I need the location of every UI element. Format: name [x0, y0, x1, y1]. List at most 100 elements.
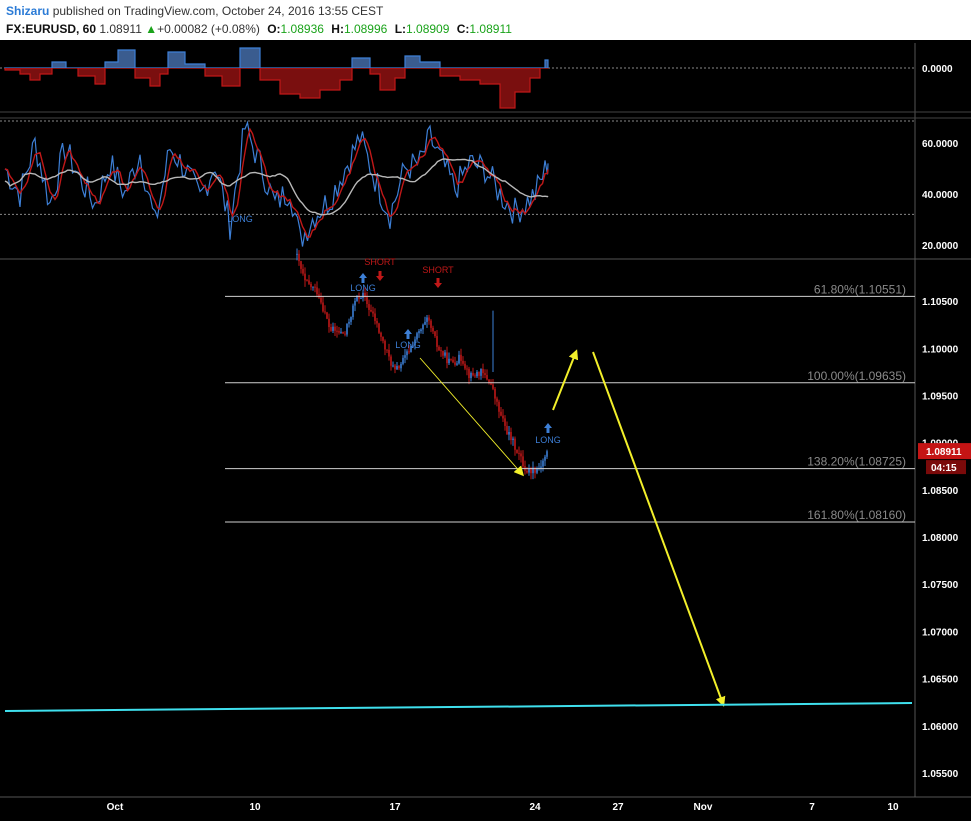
osc1-tick: 0.0000	[922, 64, 953, 75]
candle-body	[352, 305, 354, 318]
candle-body	[452, 359, 454, 363]
candle-body	[390, 356, 392, 366]
candle-body	[512, 438, 514, 441]
price-tick: 1.07000	[922, 627, 959, 638]
close-label: C:	[456, 22, 470, 36]
candle-body	[456, 363, 458, 365]
candle-body	[468, 368, 470, 379]
price-tick: 1.06000	[922, 722, 959, 733]
price-tick: 1.07500	[922, 580, 959, 591]
candle-body	[408, 351, 410, 353]
chart-header: Shizaru published on TradingView.com, Oc…	[0, 0, 971, 40]
signal-label-long: LONG	[350, 283, 376, 293]
time-tick: 17	[389, 802, 401, 813]
candle-body	[404, 355, 406, 358]
candle-body	[450, 358, 452, 360]
candle-body	[430, 320, 432, 328]
candle-body	[396, 366, 398, 370]
countdown-label: 04:15	[931, 463, 957, 474]
candle-body	[320, 297, 322, 303]
price-chart[interactable]: 61.80%(1.10551) 100.00%(1.09635) 138.20%(1…	[0, 40, 971, 821]
candle-body	[378, 323, 380, 333]
candle-body	[428, 317, 430, 321]
candle-body	[440, 350, 442, 352]
candle-body	[322, 302, 324, 312]
candle-body	[422, 324, 424, 330]
candle-body	[500, 411, 502, 416]
candle-body	[496, 398, 498, 402]
candle-body	[418, 331, 420, 334]
candle-body	[458, 354, 460, 364]
symbol-line: FX:EURUSD, 60 1.08911 ▲+0.00082 (+0.08%)…	[6, 22, 512, 36]
time-tick: Oct	[107, 802, 124, 813]
last-price: 1.08911	[99, 22, 142, 36]
price-tick: 1.05500	[922, 769, 959, 780]
price-tick: 1.06500	[922, 675, 959, 686]
candle-body	[540, 466, 542, 468]
candle-body	[366, 297, 368, 304]
candle-body	[442, 350, 444, 356]
candle-body	[362, 292, 364, 298]
candle-body	[424, 321, 426, 325]
author-name[interactable]: Shizaru	[6, 4, 49, 18]
published-text: published on TradingView.com, October 24…	[52, 4, 384, 18]
candle-body	[334, 326, 336, 331]
candle-body	[332, 326, 334, 331]
candle-body	[302, 268, 304, 274]
candle-body	[502, 415, 504, 419]
fib-label: 161.80%(1.08160)	[807, 508, 906, 522]
candle-body	[448, 358, 450, 364]
candle-body	[518, 452, 520, 454]
osc2-tick: 20.0000	[922, 241, 959, 252]
candle-body	[454, 362, 456, 365]
low-value: 1.08909	[406, 22, 450, 36]
candle-body	[298, 253, 300, 262]
candle-body	[472, 372, 474, 376]
candle-body	[376, 320, 378, 324]
candle-body	[420, 329, 422, 332]
candle-body	[546, 451, 548, 457]
up-triangle-icon: ▲	[145, 22, 158, 36]
candle-body	[426, 317, 428, 322]
symbol-name[interactable]: FX:EURUSD, 60	[6, 22, 96, 36]
time-tick: 24	[529, 802, 541, 813]
candle-body	[368, 303, 370, 310]
candle-body	[296, 253, 298, 255]
candle-body	[312, 286, 314, 288]
open-value: 1.08936	[280, 22, 324, 36]
candle-body	[336, 330, 338, 332]
candle-body	[520, 453, 522, 457]
candle-body	[464, 363, 466, 369]
candle-body	[402, 357, 404, 364]
candle-body	[344, 333, 346, 335]
candle-body	[388, 349, 390, 357]
price-tick: 1.08000	[922, 533, 959, 544]
candle-body	[384, 340, 386, 350]
candle-body	[466, 368, 468, 370]
candle-body	[474, 375, 476, 377]
candle-body	[506, 425, 508, 435]
price-tick: 1.08500	[922, 486, 959, 497]
time-tick: Nov	[694, 802, 713, 813]
candle-body	[484, 373, 486, 376]
candle-body	[374, 313, 376, 321]
candle-body	[348, 321, 350, 324]
candle-body	[544, 456, 546, 461]
candle-body	[300, 261, 302, 269]
candle-body	[462, 360, 464, 364]
fib-label: 100.00%(1.09635)	[807, 369, 906, 383]
candle-body	[516, 449, 518, 453]
candle-body	[470, 372, 472, 379]
candle-body	[416, 333, 418, 340]
price-tick: 1.10500	[922, 297, 959, 308]
price-change: +0.00082 (+0.08%)	[157, 22, 260, 36]
candle-body	[436, 336, 438, 347]
candle-body	[380, 332, 382, 337]
candle-body	[360, 297, 362, 299]
candle-body	[486, 375, 488, 380]
candle-body	[406, 351, 408, 356]
candle-body	[460, 354, 462, 361]
candle-body	[444, 352, 446, 356]
candle-body	[354, 300, 356, 306]
candle-body	[446, 352, 448, 364]
